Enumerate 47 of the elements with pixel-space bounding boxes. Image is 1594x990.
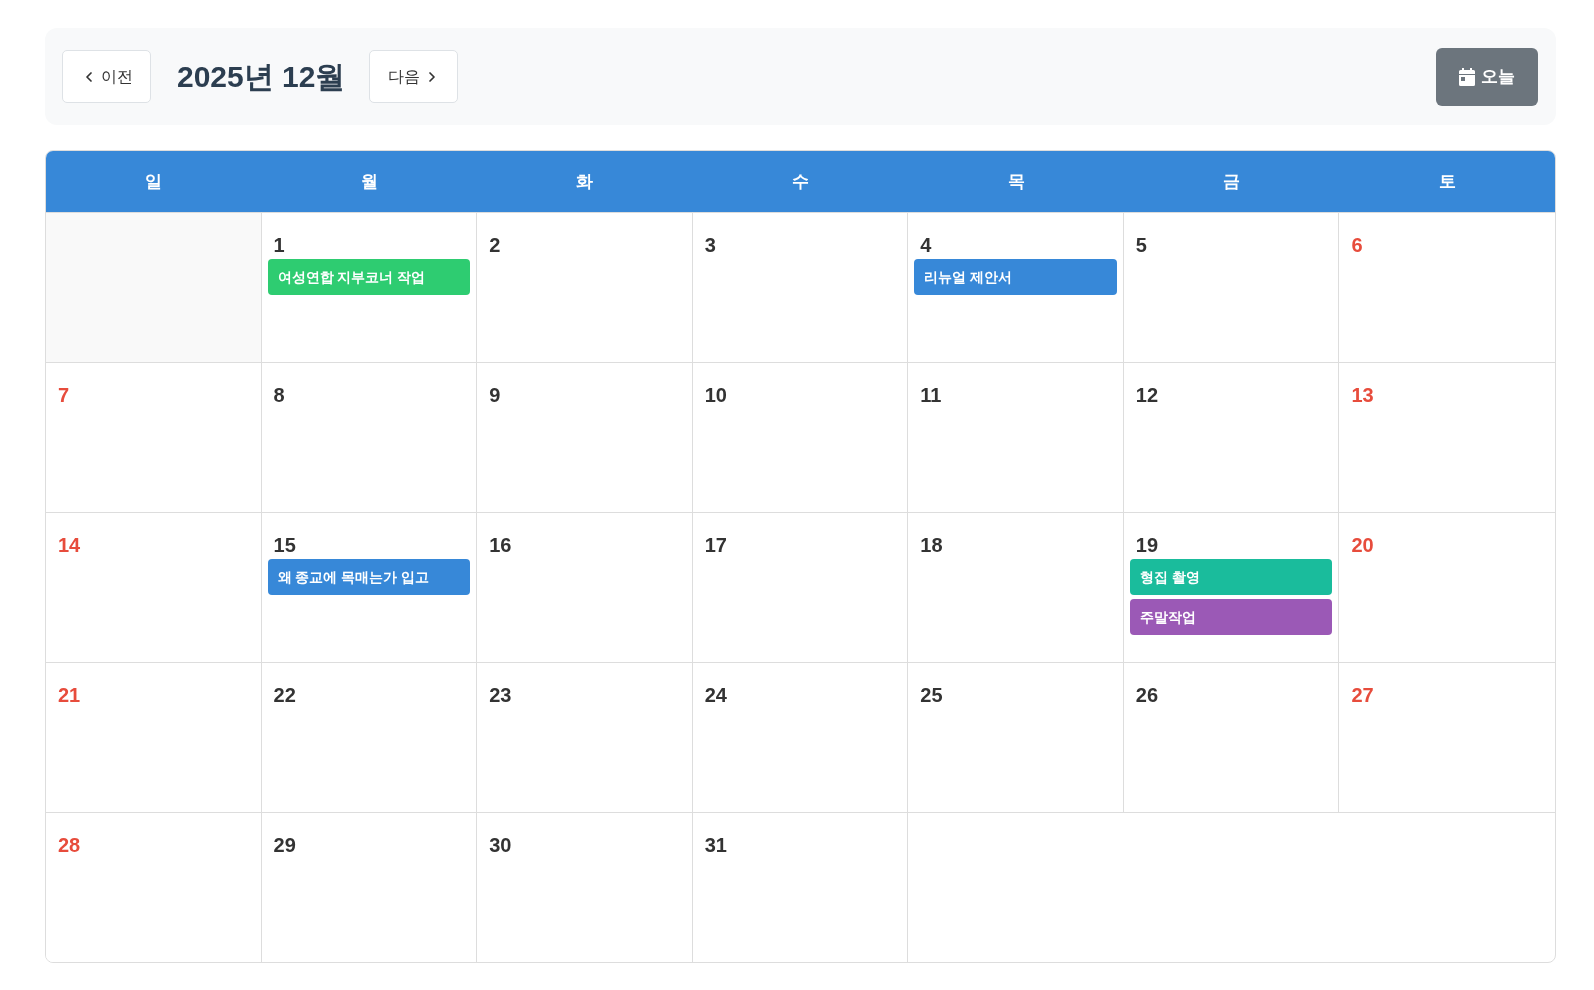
weekday-label: 일 [145, 170, 163, 193]
day-number: 26 [1134, 683, 1160, 707]
day-number: 9 [488, 383, 502, 407]
day-number: 21 [57, 683, 82, 707]
day-number: 4 [919, 233, 933, 257]
day-number: 2 [488, 233, 502, 257]
event-chip[interactable]: 왜 종교에 목매는가 입고 [267, 559, 471, 595]
day-number: 11 [919, 383, 943, 407]
month-title: 2025년 12월 [177, 59, 346, 95]
day-number: 12 [1134, 383, 1160, 407]
event-chip[interactable]: 리뉴얼 제안서 [914, 259, 1117, 295]
day-number: 6 [1350, 233, 1364, 257]
day-number: 15 [272, 533, 297, 557]
day-number: 3 [703, 233, 717, 257]
day-number: 20 [1350, 533, 1375, 557]
today-button[interactable]: 오늘 [1436, 47, 1538, 106]
day-number: 24 [703, 683, 728, 707]
day-number: 31 [703, 833, 728, 857]
day-number: 17 [703, 533, 728, 557]
weekday-label: 월 [360, 170, 378, 193]
day-number: 14 [57, 533, 82, 557]
day-number: 30 [488, 833, 513, 857]
weekday-label: 화 [576, 170, 594, 193]
day-cell[interactable]: 28 [46, 813, 262, 962]
day-number: 27 [1350, 683, 1375, 707]
day-number: 29 [272, 833, 297, 857]
weekday-label: 토 [1438, 170, 1456, 193]
day-number: 8 [272, 383, 286, 407]
event-chip[interactable]: 주말작업 [1129, 599, 1333, 635]
weekday-label: 수 [792, 170, 809, 193]
day-number: 13 [1350, 383, 1375, 407]
day-number: 19 [1134, 533, 1160, 557]
day-number: 22 [272, 683, 297, 707]
prev-button[interactable]: 이전 [62, 50, 151, 103]
day-number: 28 [57, 833, 82, 857]
calendar-icon [1459, 67, 1475, 86]
weekday-label: 목 [1007, 170, 1025, 193]
day-number: 1 [272, 233, 286, 257]
next-button[interactable]: 다음 [369, 50, 459, 103]
weekday-label: 금 [1223, 170, 1241, 193]
day-number: 18 [919, 533, 944, 557]
day-number: 5 [1134, 233, 1148, 257]
day-number: 16 [488, 533, 513, 557]
day-number: 25 [919, 683, 944, 707]
day-number: 10 [703, 383, 728, 407]
day-number: 7 [57, 383, 71, 407]
day-number: 23 [488, 683, 513, 707]
